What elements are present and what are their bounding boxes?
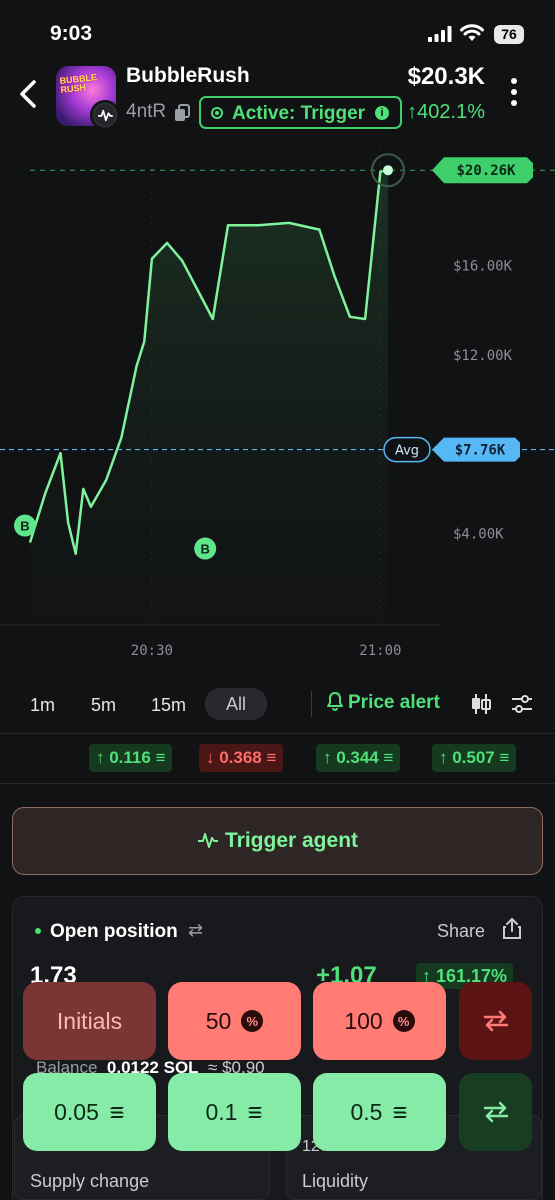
sol-icon xyxy=(393,1106,408,1118)
token-price: $20.3K xyxy=(407,63,485,90)
swap-icon xyxy=(483,1101,508,1123)
battery-indicator: 76 xyxy=(494,25,524,44)
price-change-value: 402.1% xyxy=(417,101,485,123)
open-position-title: Open position xyxy=(50,921,178,942)
trade-chip[interactable]: ↓ 0.368 ≡ xyxy=(199,744,284,772)
buy-0.5-button[interactable]: 0.5 xyxy=(313,1073,446,1151)
logo-text: BUBBLE RUSH xyxy=(59,72,98,95)
x-tick-label: 21:00 xyxy=(359,643,401,659)
sol-icon: ≡ xyxy=(155,748,166,767)
price-change: ↑402.1% xyxy=(407,101,485,123)
supply-change-label: Supply change xyxy=(30,1171,150,1191)
y-tick-label: $12.00K xyxy=(453,348,513,364)
price-chart[interactable]: $20.00K$16.00K$12.00K$4.00K20:3021:00 Av… xyxy=(0,150,555,680)
trade-chip[interactable]: ↑ 0.116 ≡ xyxy=(89,744,173,772)
sol-icon xyxy=(109,1106,124,1118)
pulse-icon xyxy=(197,833,218,848)
divider xyxy=(311,691,312,717)
trade-chip[interactable]: ↑ 0.507 ≡ xyxy=(432,744,517,772)
sol-icon: ≡ xyxy=(266,748,277,767)
swap-icon[interactable]: ⇄ xyxy=(188,920,203,941)
y-tick-label: $4.00K xyxy=(453,527,504,543)
y-tick-label: $16.00K xyxy=(453,258,513,274)
trigger-agent-label: Trigger agent xyxy=(224,829,359,852)
trigger-status-label: Active: Trigger xyxy=(232,103,366,124)
x-tick-label: 20:30 xyxy=(131,643,173,659)
timeframe-all[interactable]: All xyxy=(205,688,267,720)
info-icon[interactable]: i xyxy=(375,106,389,120)
sol-icon: ≡ xyxy=(383,748,394,767)
status-time: 9:03 xyxy=(50,22,93,45)
chart-settings-icon[interactable] xyxy=(511,692,533,716)
candlestick-icon[interactable] xyxy=(470,692,492,716)
trigger-agent-button[interactable]: Trigger agent xyxy=(12,807,543,875)
trigger-status-pill[interactable]: Active: Trigger i xyxy=(199,96,402,129)
sell-initials-button[interactable]: Initials xyxy=(23,982,156,1060)
sell-100-percent-button[interactable]: 100% xyxy=(313,982,446,1060)
status-dot xyxy=(35,928,41,934)
avg-price-label: $7.76K xyxy=(455,443,506,459)
buy-0.05-button[interactable]: 0.05 xyxy=(23,1073,156,1151)
current-price-label: $20.26K xyxy=(456,163,516,179)
active-dot-icon xyxy=(211,107,223,119)
sell-swap-button[interactable] xyxy=(459,982,532,1060)
liquidity-label: Liquidity xyxy=(302,1171,369,1191)
avg-label: Avg xyxy=(395,444,419,459)
share-icon[interactable] xyxy=(502,918,522,940)
price-alert-button[interactable]: Price alert xyxy=(326,691,440,714)
more-options-button[interactable] xyxy=(507,78,521,112)
percent-icon: % xyxy=(392,1010,415,1032)
buy-marker-label: B xyxy=(20,519,29,534)
buy-swap-button[interactable] xyxy=(459,1073,532,1151)
activity-badge-icon xyxy=(90,100,120,130)
trade-chip[interactable]: ↑ 0.344 ≡ xyxy=(316,744,401,772)
price-alert-label: Price alert xyxy=(348,692,440,713)
signal-icon xyxy=(428,26,452,42)
bell-icon xyxy=(327,692,343,711)
sol-icon xyxy=(248,1106,263,1118)
timeframe-1m[interactable]: 1m xyxy=(30,691,55,721)
buy-marker-label: B xyxy=(200,542,209,557)
divider xyxy=(0,783,555,784)
current-price-dot xyxy=(383,165,393,176)
token-name: BubbleRush xyxy=(126,64,250,87)
token-symbol: 4ntR xyxy=(126,101,167,122)
buy-0.1-button[interactable]: 0.1 xyxy=(168,1073,301,1151)
divider xyxy=(0,733,555,734)
timeframe-5m[interactable]: 5m xyxy=(91,691,116,721)
sell-50-percent-button[interactable]: 50% xyxy=(168,982,301,1060)
copy-icon[interactable] xyxy=(174,104,190,122)
wifi-icon xyxy=(460,24,484,41)
sol-icon: ≡ xyxy=(499,748,510,767)
back-button[interactable] xyxy=(14,74,44,114)
swap-icon xyxy=(483,1010,508,1032)
percent-icon: % xyxy=(241,1010,264,1032)
share-label[interactable]: Share xyxy=(437,921,485,942)
timeframe-15m[interactable]: 15m xyxy=(151,691,186,721)
